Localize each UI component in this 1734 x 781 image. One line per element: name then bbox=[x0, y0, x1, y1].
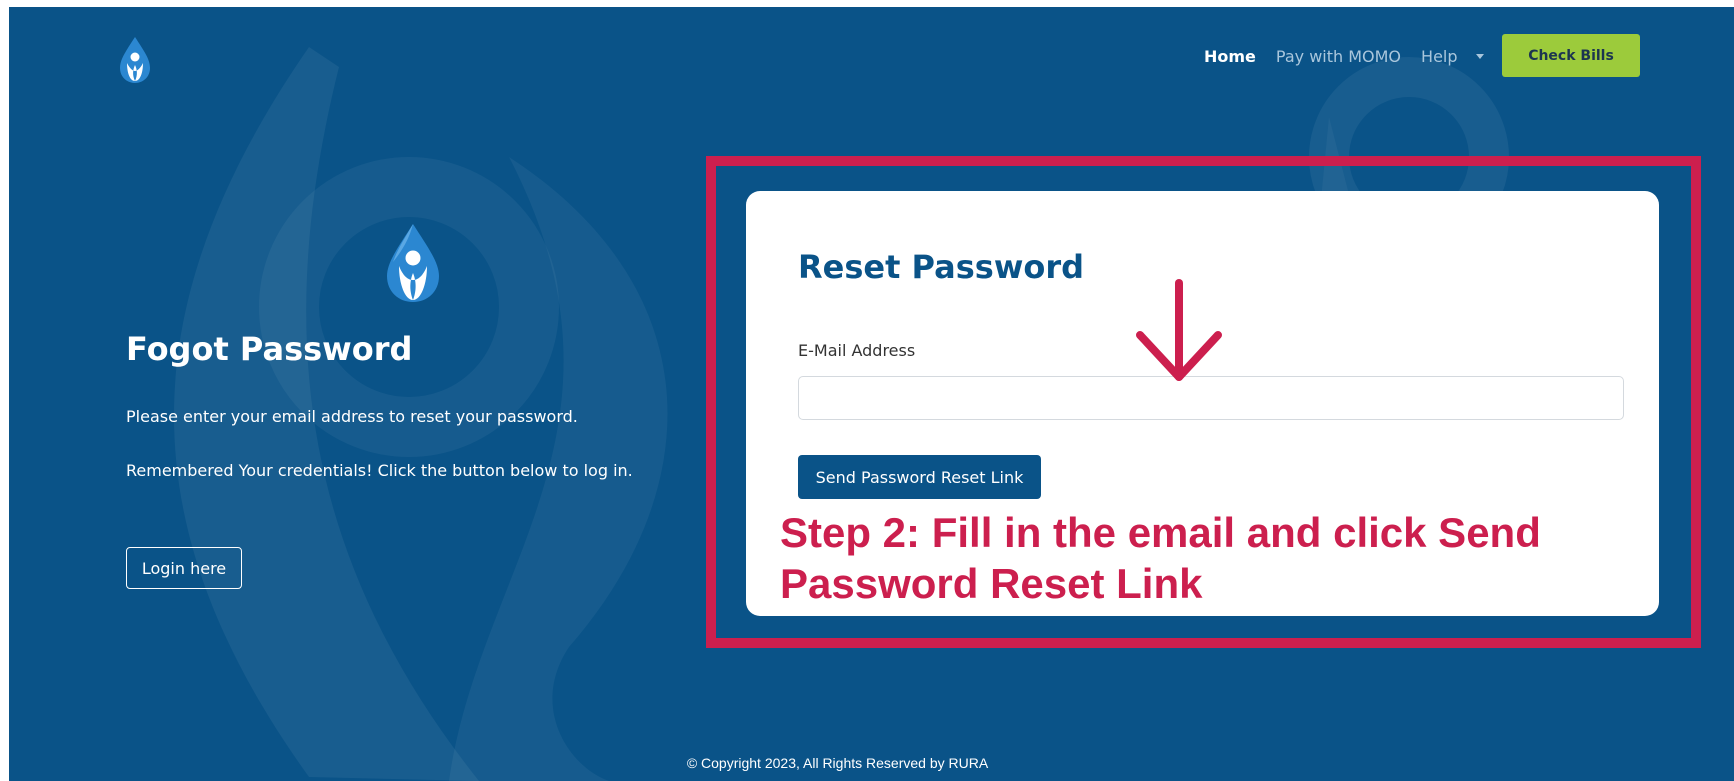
copyright-text: © Copyright 2023, All Rights Reserved by… bbox=[686, 755, 989, 771]
page-background: Home Pay with MOMO Help Check Bills Fogo… bbox=[9, 7, 1734, 781]
arrow-down-icon bbox=[1136, 279, 1222, 381]
nav-help[interactable]: Help bbox=[1421, 47, 1457, 66]
nav-home[interactable]: Home bbox=[1204, 47, 1256, 66]
water-drop-person-icon[interactable] bbox=[116, 35, 154, 85]
check-bills-button[interactable]: Check Bills bbox=[1502, 34, 1640, 77]
main-nav: Home Pay with MOMO Help bbox=[1204, 47, 1500, 66]
caret-down-icon[interactable] bbox=[1475, 54, 1484, 59]
instruction-text: Please enter your email address to reset… bbox=[126, 407, 578, 426]
login-here-button[interactable]: Login here bbox=[126, 547, 242, 589]
footer: © Copyright 2023, All Rights Reserved by… bbox=[9, 755, 1734, 771]
annotation-highlight-box bbox=[706, 156, 1701, 648]
water-drop-person-icon bbox=[387, 224, 439, 302]
remember-text: Remembered Your credentials! Click the b… bbox=[126, 461, 633, 480]
forgot-password-title: Fogot Password bbox=[126, 330, 413, 368]
nav-pay-with-momo[interactable]: Pay with MOMO bbox=[1276, 47, 1401, 66]
